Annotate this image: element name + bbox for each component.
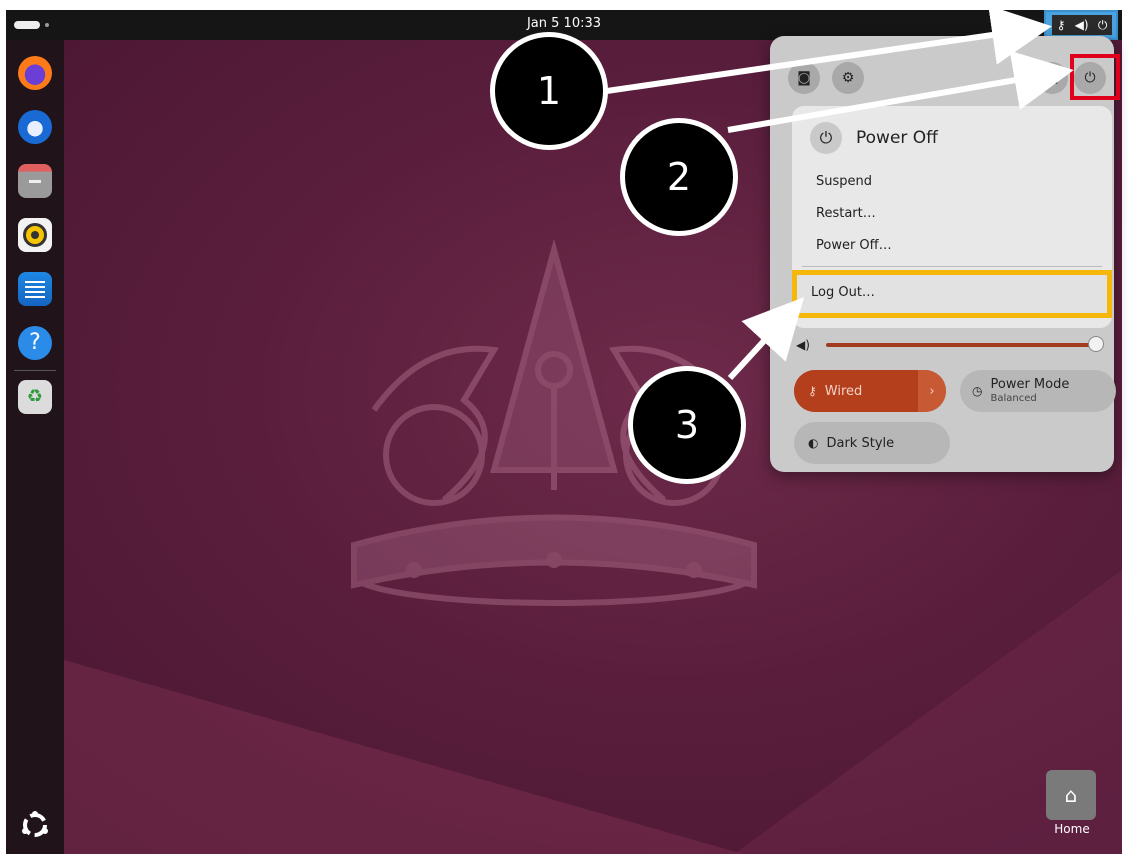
lock-icon[interactable]: ▣ xyxy=(1036,62,1068,94)
power-off-item[interactable]: Power Off… xyxy=(816,238,892,253)
power-button-highlight xyxy=(1070,54,1120,100)
dark-style-label: Dark Style xyxy=(826,435,895,451)
power-icon: ⏻ xyxy=(1097,17,1108,32)
volume-track xyxy=(826,343,1092,347)
trash-icon[interactable]: ♻ xyxy=(18,380,52,414)
callout-2: 2 xyxy=(620,118,738,236)
help-icon[interactable]: ? xyxy=(18,326,52,360)
home-folder-icon[interactable]: ⌂ xyxy=(1046,770,1096,820)
volume-icon: ◀) xyxy=(796,338,810,352)
clock[interactable]: Jan 5 10:33 xyxy=(6,16,1122,31)
power-mode-value: Balanced xyxy=(990,392,1037,404)
power-menu-title: Power Off xyxy=(856,128,938,148)
dock: ? ♻ xyxy=(6,40,64,854)
screenshot-icon[interactable]: ◙ xyxy=(788,62,820,94)
volume-knob[interactable] xyxy=(1088,336,1104,352)
network-icon: ⚷ xyxy=(1056,18,1066,32)
dark-style-toggle[interactable]: ◐ Dark Style xyxy=(794,422,950,464)
power-menu-header: ⏻ Power Off xyxy=(810,122,938,154)
writer-icon[interactable] xyxy=(18,272,52,306)
power-mode-icon: ◷ xyxy=(972,384,983,398)
wired-toggle[interactable]: ⚷ Wired › xyxy=(794,370,946,412)
volume-icon: ◀) xyxy=(1074,18,1089,32)
callout-1: 1 xyxy=(490,32,608,150)
network-icon: ⚷ xyxy=(808,384,817,398)
settings-icon[interactable]: ⚙ xyxy=(832,62,864,94)
dock-separator xyxy=(14,370,56,371)
menu-divider xyxy=(802,266,1102,267)
restart-item[interactable]: Restart… xyxy=(816,206,876,221)
suspend-item[interactable]: Suspend xyxy=(816,174,872,189)
volume-slider[interactable]: ◀) xyxy=(792,336,1112,356)
ubuntu-logo-icon[interactable] xyxy=(18,808,52,842)
power-icon: ⏻ xyxy=(810,122,842,154)
firefox-icon[interactable] xyxy=(18,56,52,90)
files-icon[interactable] xyxy=(18,164,52,198)
thunderbird-icon[interactable] xyxy=(18,110,52,144)
dark-style-icon: ◐ xyxy=(808,436,819,450)
home-label: Home xyxy=(1054,822,1090,836)
logout-item[interactable]: Log Out… xyxy=(792,270,1112,318)
callout-3: 3 xyxy=(628,366,746,484)
rhythmbox-icon[interactable] xyxy=(18,218,52,252)
power-mode-toggle[interactable]: ◷ Power Mode Balanced xyxy=(960,370,1116,412)
wired-label: Wired xyxy=(824,383,863,399)
logout-label: Log Out… xyxy=(811,285,875,300)
power-mode-label: Power Mode xyxy=(990,377,1070,393)
